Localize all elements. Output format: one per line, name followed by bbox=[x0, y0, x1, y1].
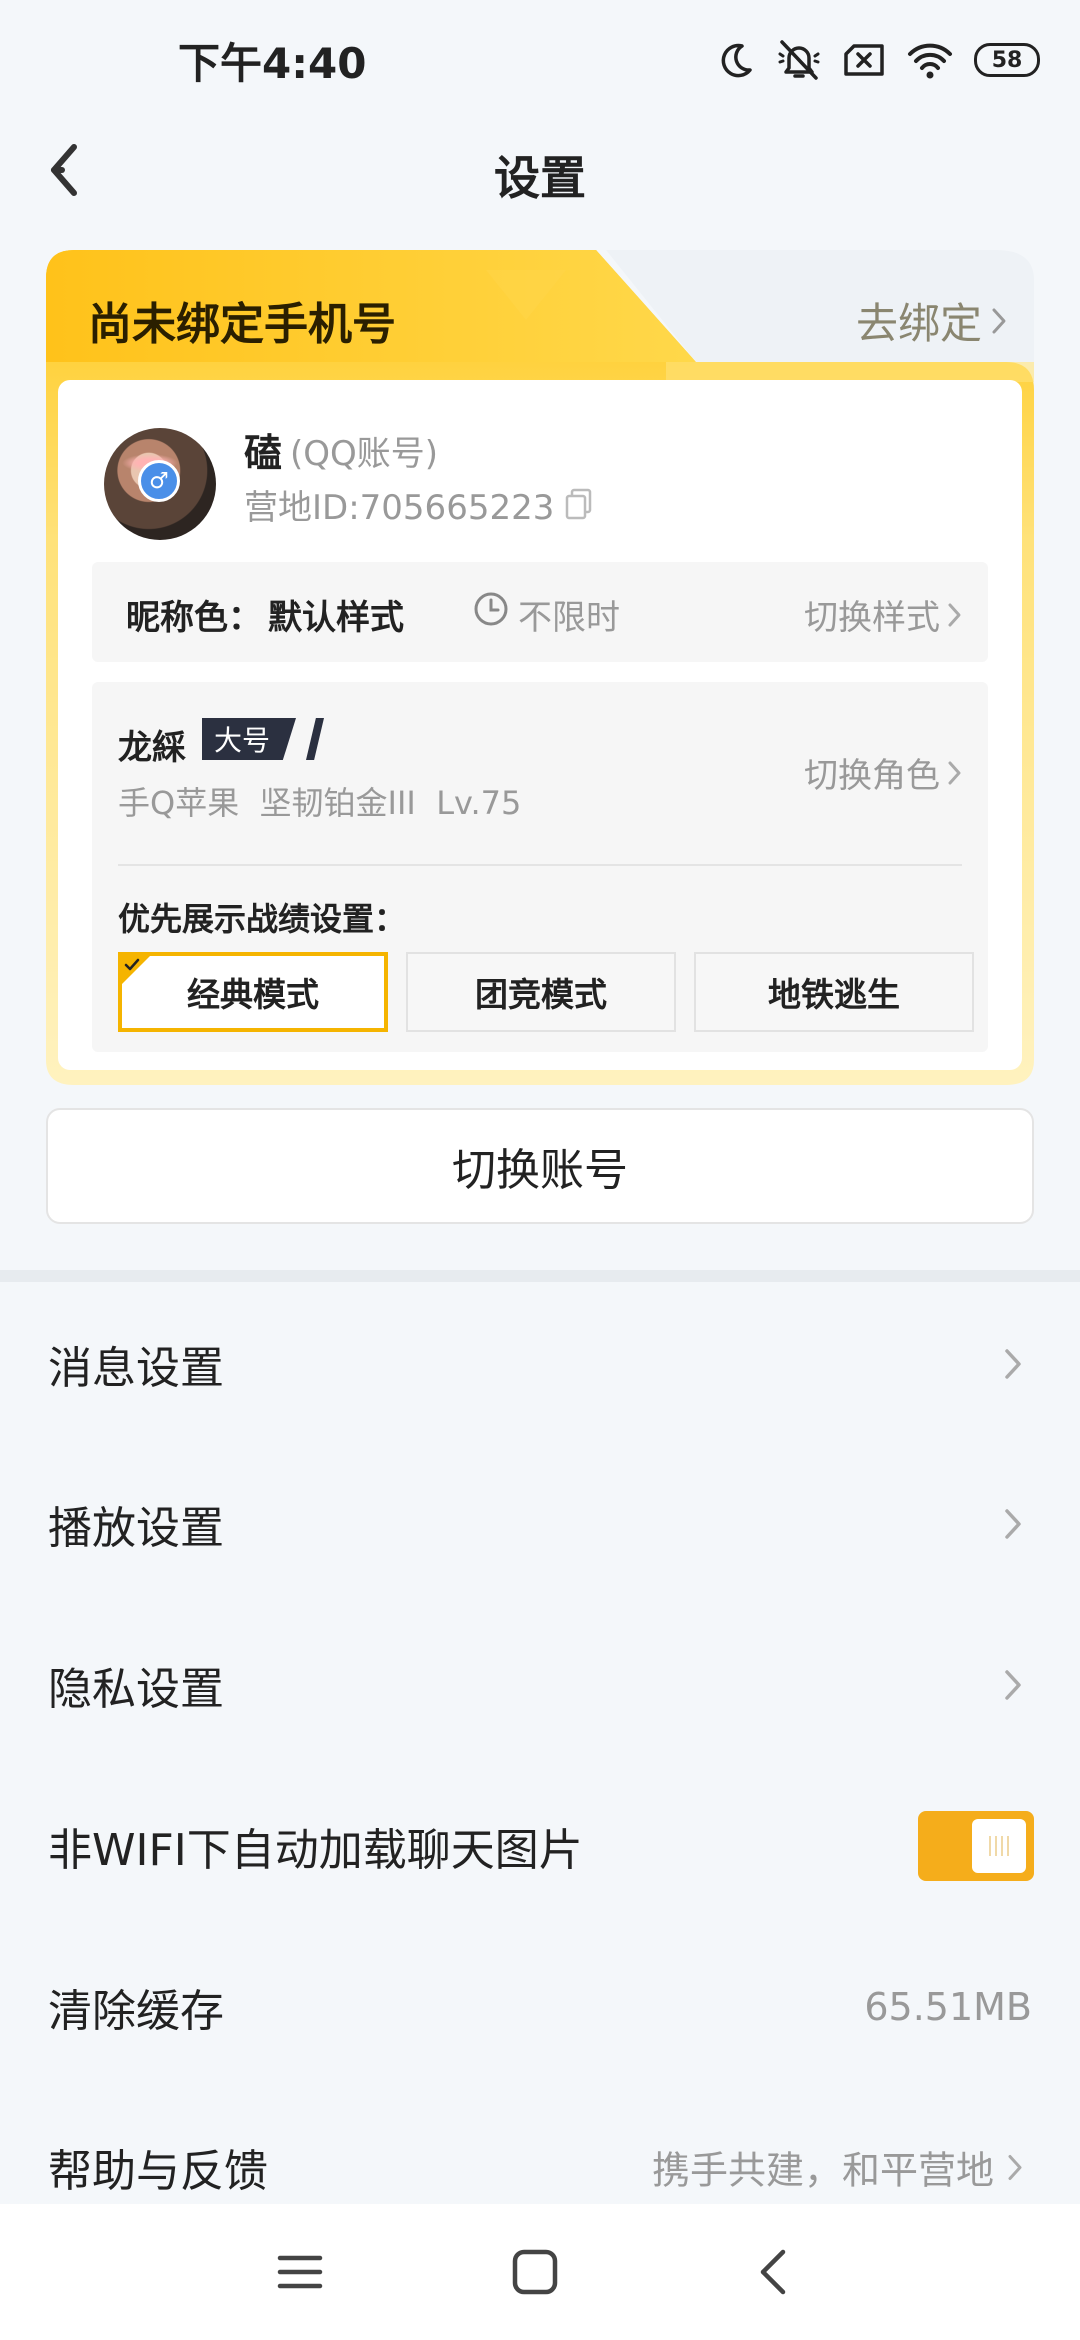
section-divider bbox=[0, 1270, 1080, 1282]
clock-icon bbox=[474, 592, 508, 626]
cache-size: 65.51MB bbox=[864, 1985, 1032, 2029]
role-name: 龙綵 bbox=[118, 728, 186, 768]
mode-label: 团竞模式 bbox=[475, 975, 607, 1014]
row-label: 帮助与反馈 bbox=[48, 2146, 268, 2197]
battery-icon: 58 bbox=[974, 43, 1040, 77]
copy-icon[interactable] bbox=[564, 488, 594, 522]
back-icon[interactable] bbox=[745, 2242, 805, 2302]
row-label: 隐私设置 bbox=[48, 1664, 224, 1715]
chevron-right-icon bbox=[1005, 1349, 1021, 1379]
system-nav-bar bbox=[0, 2204, 1080, 2340]
account-info-panel: ♂ 磕 (QQ账号) 营地ID:705665223 昵称色： 默认样式 不限时 … bbox=[58, 380, 1022, 1070]
battery-level: 58 bbox=[991, 47, 1023, 73]
mode-label: 经典模式 bbox=[187, 975, 319, 1014]
switch-role-label: 切换角色 bbox=[804, 756, 940, 796]
role-tag: 大号 bbox=[202, 718, 297, 760]
switch-style-label: 切换样式 bbox=[804, 598, 940, 638]
male-gender-icon: ♂ bbox=[138, 460, 180, 502]
chevron-right-icon bbox=[948, 603, 961, 626]
toggle-knob bbox=[972, 1819, 1026, 1873]
divider bbox=[118, 864, 962, 866]
help-feedback-subtitle: 携手共建，和平营地 bbox=[651, 2148, 994, 2193]
switch-style-link[interactable]: 切换样式 bbox=[804, 590, 962, 639]
home-icon[interactable] bbox=[505, 2242, 565, 2302]
nickname-duration: 不限时 bbox=[518, 598, 620, 638]
chevron-right-icon bbox=[1008, 2154, 1022, 2180]
switch-account-button[interactable]: 切换账号 bbox=[46, 1108, 1034, 1224]
user-name: 磕 bbox=[244, 431, 283, 475]
no-sim-icon bbox=[844, 44, 884, 76]
row-label: 播放设置 bbox=[48, 1503, 224, 1554]
account-card: 尚未绑定手机号 去绑定 ♂ 磕 (QQ账号) 营地ID:705665223 昵称… bbox=[46, 250, 1034, 1085]
chevron-right-icon bbox=[992, 308, 1006, 333]
chevron-right-icon bbox=[1005, 1509, 1021, 1539]
auto-load-images-row: 非WIFI下自动加载聊天图片 bbox=[0, 1766, 1080, 1926]
nickname-color-row: 昵称色： 默认样式 不限时 切换样式 bbox=[92, 562, 988, 662]
bind-phone-link-label: 去绑定 bbox=[855, 299, 982, 348]
role-panel: 龙綵 大号 手Q苹果 坚韧铂金III Lv.75 切换角色 优先展示战绩设置： … bbox=[92, 682, 988, 1052]
mute-icon bbox=[778, 40, 820, 80]
chevron-right-icon bbox=[948, 761, 961, 784]
clear-cache-row[interactable]: 清除缓存 65.51MB bbox=[0, 1927, 1080, 2087]
camp-id-text: 营地ID:705665223 bbox=[244, 488, 555, 528]
status-icons: 58 bbox=[716, 30, 1040, 90]
page-title: 设置 bbox=[494, 151, 586, 205]
status-time: 下午4:40 bbox=[178, 39, 367, 88]
playback-settings-row[interactable]: 播放设置 bbox=[0, 1444, 1080, 1604]
nickname-color-label: 昵称色： bbox=[126, 598, 262, 638]
help-feedback-value: 携手共建，和平营地 bbox=[652, 2140, 1024, 2195]
mode-button-metro[interactable]: 地铁逃生 bbox=[694, 952, 974, 1032]
mode-button-classic[interactable]: 经典模式 bbox=[118, 952, 388, 1032]
mode-label: 地铁逃生 bbox=[768, 975, 900, 1014]
moon-icon bbox=[721, 43, 752, 78]
menu-icon[interactable] bbox=[270, 2242, 330, 2302]
role-meta: 手Q苹果 坚韧铂金III Lv.75 bbox=[118, 784, 522, 822]
row-label: 非WIFI下自动加载聊天图片 bbox=[48, 1825, 583, 1876]
row-label: 消息设置 bbox=[48, 1343, 224, 1394]
row-label: 清除缓存 bbox=[48, 1986, 224, 2037]
bind-phone-link[interactable]: 去绑定 bbox=[856, 290, 1008, 351]
nickname-color-value: 默认样式 bbox=[268, 598, 404, 638]
auto-load-toggle[interactable] bbox=[918, 1811, 1034, 1881]
privacy-settings-row[interactable]: 隐私设置 bbox=[0, 1605, 1080, 1765]
switch-role-link[interactable]: 切换角色 bbox=[804, 748, 962, 797]
account-type: (QQ账号) bbox=[290, 434, 439, 474]
role-tag-stripe bbox=[306, 718, 324, 760]
chevron-right-icon bbox=[1005, 1670, 1021, 1700]
check-icon bbox=[122, 956, 150, 984]
wifi-icon bbox=[908, 43, 952, 79]
message-settings-row[interactable]: 消息设置 bbox=[0, 1284, 1080, 1444]
bind-phone-title: 尚未绑定手机号 bbox=[88, 299, 396, 350]
camp-id: 营地ID:705665223 bbox=[244, 480, 594, 529]
preferred-stats-label: 优先展示战绩设置： bbox=[118, 900, 407, 938]
mode-button-team[interactable]: 团竞模式 bbox=[406, 952, 676, 1032]
